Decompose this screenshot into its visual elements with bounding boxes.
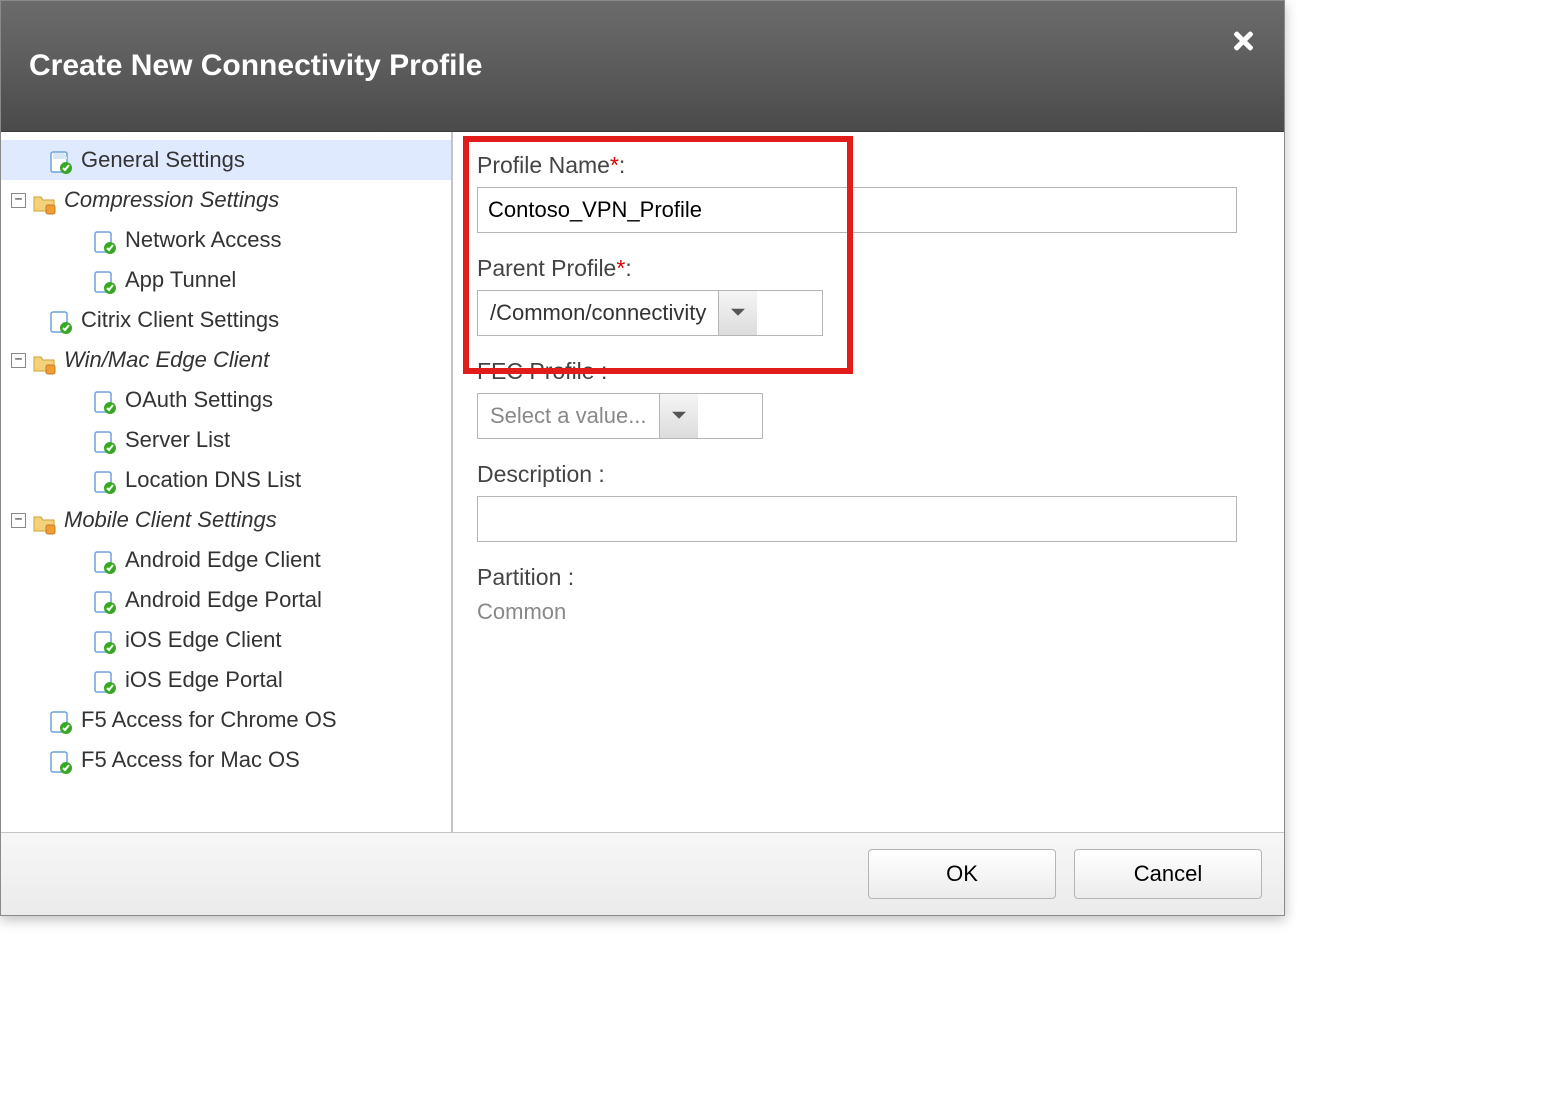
tree-item-f5-access-mac-os[interactable]: F5 Access for Mac OS (1, 740, 451, 780)
tree-label: App Tunnel (125, 260, 236, 300)
partition-label: Partition : (477, 564, 1260, 591)
tree-item-android-edge-client[interactable]: Android Edge Client (1, 540, 451, 580)
tree-item-citrix-client-settings[interactable]: Citrix Client Settings (1, 300, 451, 340)
folder-icon (32, 188, 56, 212)
page-check-icon (93, 468, 117, 492)
tree-label: Win/Mac Edge Client (64, 340, 269, 380)
page-check-icon (93, 388, 117, 412)
tree-item-android-edge-portal[interactable]: Android Edge Portal (1, 580, 451, 620)
parent-profile-value: /Common/connectivity (478, 291, 718, 335)
collapse-icon[interactable]: − (11, 513, 26, 528)
tree-label: Server List (125, 420, 230, 460)
tree-item-general-settings[interactable]: General Settings (1, 140, 451, 180)
page-check-icon (93, 268, 117, 292)
page-check-icon (93, 428, 117, 452)
tree-item-network-access[interactable]: Network Access (1, 220, 451, 260)
page-check-icon (93, 548, 117, 572)
collapse-icon[interactable]: − (11, 193, 26, 208)
field-partition: Partition : Common (477, 564, 1260, 625)
description-label: Description : (477, 461, 1260, 488)
description-input[interactable] (477, 496, 1237, 542)
collapse-icon[interactable]: − (11, 353, 26, 368)
page-check-icon (49, 308, 73, 332)
form-pane: Profile Name*: Parent Profile*: /Common/… (453, 132, 1284, 832)
parent-profile-label: Parent Profile*: (477, 255, 1260, 282)
tree-label: Mobile Client Settings (64, 500, 277, 540)
page-check-icon (93, 588, 117, 612)
tree-label: OAuth Settings (125, 380, 273, 420)
close-icon[interactable] (1230, 29, 1256, 55)
parent-profile-select[interactable]: /Common/connectivity (477, 290, 823, 336)
page-check-icon (93, 228, 117, 252)
tree-item-oauth-settings[interactable]: OAuth Settings (1, 380, 451, 420)
page-check-icon (93, 628, 117, 652)
field-parent-profile: Parent Profile*: /Common/connectivity (477, 255, 1260, 336)
tree-label: Network Access (125, 220, 282, 260)
tree-item-winmac-edge-client[interactable]: − Win/Mac Edge Client (1, 340, 451, 380)
tree-item-ios-edge-client[interactable]: iOS Edge Client (1, 620, 451, 660)
tree-item-ios-edge-portal[interactable]: iOS Edge Portal (1, 660, 451, 700)
tree-label: Location DNS List (125, 460, 301, 500)
tree-item-location-dns-list[interactable]: Location DNS List (1, 460, 451, 500)
tree-label: Compression Settings (64, 180, 279, 220)
field-description: Description : (477, 461, 1260, 542)
field-fec-profile: FEC Profile : Select a value... (477, 358, 1260, 439)
tree-label: Citrix Client Settings (81, 300, 279, 340)
tree-item-compression-settings[interactable]: − Compression Settings (1, 180, 451, 220)
partition-value: Common (477, 599, 1260, 625)
page-check-icon (49, 148, 73, 172)
chevron-down-icon[interactable] (659, 394, 698, 438)
tree-item-mobile-client-settings[interactable]: − Mobile Client Settings (1, 500, 451, 540)
ok-button[interactable]: OK (868, 849, 1056, 899)
tree-item-app-tunnel[interactable]: App Tunnel (1, 260, 451, 300)
fec-profile-label: FEC Profile : (477, 358, 1260, 385)
tree-label: General Settings (81, 140, 245, 180)
chevron-down-icon[interactable] (718, 291, 757, 335)
tree-label: F5 Access for Chrome OS (81, 700, 337, 740)
tree-label: iOS Edge Portal (125, 660, 283, 700)
dialog-titlebar: Create New Connectivity Profile (1, 1, 1284, 132)
fec-profile-select[interactable]: Select a value... (477, 393, 763, 439)
page-check-icon (49, 708, 73, 732)
folder-icon (32, 508, 56, 532)
fec-profile-placeholder: Select a value... (478, 394, 659, 438)
connectivity-profile-dialog: Create New Connectivity Profile General … (0, 0, 1285, 916)
tree-item-f5-access-chrome-os[interactable]: F5 Access for Chrome OS (1, 700, 451, 740)
dialog-footer: OK Cancel (1, 832, 1284, 915)
tree-item-server-list[interactable]: Server List (1, 420, 451, 460)
field-profile-name: Profile Name*: (477, 152, 1260, 233)
page-check-icon (93, 668, 117, 692)
profile-name-input[interactable] (477, 187, 1237, 233)
tree-label: Android Edge Client (125, 540, 321, 580)
tree-label: iOS Edge Client (125, 620, 282, 660)
tree-label: Android Edge Portal (125, 580, 322, 620)
tree-label: F5 Access for Mac OS (81, 740, 300, 780)
settings-tree: General Settings − Compression Settings … (1, 132, 453, 832)
profile-name-label: Profile Name*: (477, 152, 1260, 179)
dialog-title: Create New Connectivity Profile (29, 49, 482, 83)
dialog-body: General Settings − Compression Settings … (1, 132, 1284, 832)
page-check-icon (49, 748, 73, 772)
cancel-button[interactable]: Cancel (1074, 849, 1262, 899)
folder-icon (32, 348, 56, 372)
